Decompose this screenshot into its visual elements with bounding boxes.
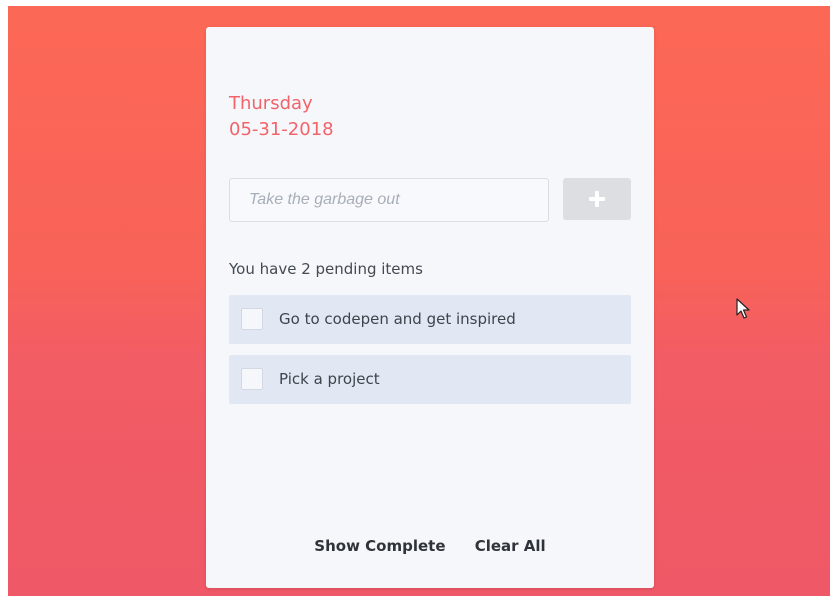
add-task-button[interactable] — [563, 178, 631, 220]
todo-label: Go to codepen and get inspired — [279, 310, 516, 328]
plus-icon — [589, 191, 605, 207]
pending-count: You have 2 pending items — [229, 260, 423, 278]
clear-all-button[interactable]: Clear All — [475, 537, 546, 555]
card-footer: Show Complete Clear All — [206, 537, 654, 555]
todo-item[interactable]: Pick a project — [229, 355, 631, 404]
todo-card: Thursday 05-31-2018 You have 2 pending i… — [206, 27, 654, 588]
mouse-cursor-icon — [736, 298, 750, 319]
show-complete-button[interactable]: Show Complete — [314, 537, 445, 555]
new-task-input[interactable] — [229, 178, 549, 222]
todo-item[interactable]: Go to codepen and get inspired — [229, 295, 631, 344]
todo-label: Pick a project — [279, 370, 380, 388]
todo-checkbox[interactable] — [241, 368, 263, 390]
todo-list: Go to codepen and get inspired Pick a pr… — [229, 295, 631, 415]
todo-checkbox[interactable] — [241, 308, 263, 330]
date-heading: 05-31-2018 — [229, 119, 334, 140]
day-heading: Thursday — [229, 93, 313, 114]
